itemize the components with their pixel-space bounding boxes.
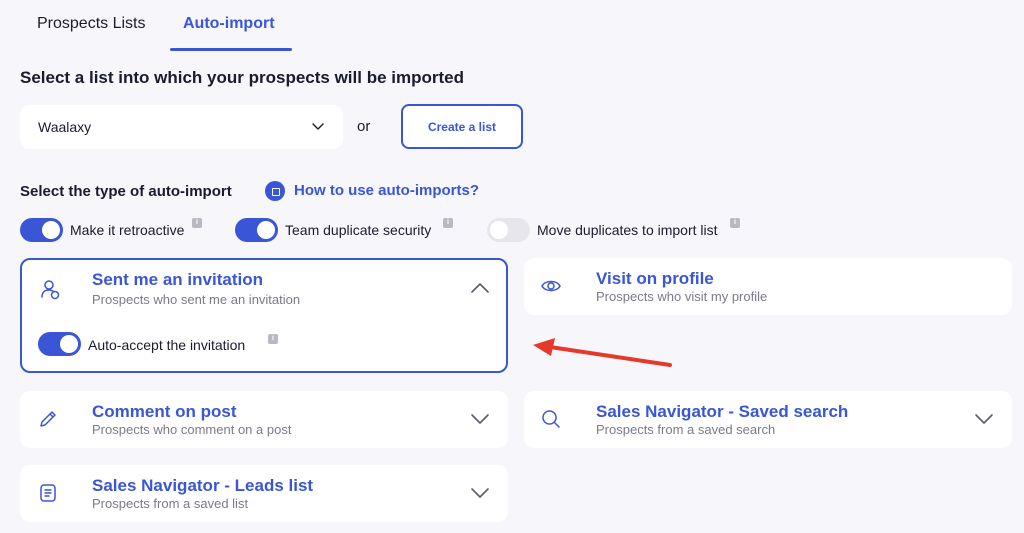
chevron-down-icon[interactable] xyxy=(974,413,994,425)
card-title: Comment on post xyxy=(92,402,237,421)
select-list-heading: Select a list into which your prospects … xyxy=(20,68,464,87)
pencil-icon xyxy=(40,411,56,427)
info-icon[interactable]: i xyxy=(192,218,202,228)
auto-accept-label: Auto-accept the invitation xyxy=(88,337,246,353)
card-title: Sales Navigator - Saved search xyxy=(596,402,849,421)
chevron-down-icon xyxy=(312,123,324,130)
person-icon xyxy=(41,280,60,300)
move-duplicates-toggle[interactable] xyxy=(487,218,530,242)
tab-bar: Prospects Lists Auto-import xyxy=(0,0,1024,52)
info-icon[interactable]: i xyxy=(730,218,740,228)
or-text: or xyxy=(357,118,371,135)
card-title: Sales Navigator - Leads list xyxy=(92,476,314,495)
card-sent-invitation[interactable]: Sent me an invitation Prospects who sent… xyxy=(20,258,508,373)
toggle-knob xyxy=(257,221,275,239)
tab-auto-import[interactable]: Auto-import xyxy=(183,15,275,33)
card-saved-search[interactable]: Sales Navigator - Saved search Prospects… xyxy=(524,391,1012,448)
how-to-use-link[interactable]: How to use auto-imports? xyxy=(294,182,479,199)
list-select-value: Waalaxy xyxy=(38,119,92,135)
chevron-down-icon[interactable] xyxy=(470,487,490,499)
info-icon[interactable]: i xyxy=(443,218,453,228)
create-list-button[interactable]: Create a list xyxy=(401,104,523,149)
help-icon[interactable] xyxy=(265,181,285,201)
team-duplicate-label: Team duplicate security xyxy=(285,222,432,238)
toggle-knob xyxy=(490,221,508,239)
search-icon xyxy=(542,410,560,428)
card-visit-profile[interactable]: Visit on profile Prospects who visit my … xyxy=(524,258,1012,315)
card-comment-post[interactable]: Comment on post Prospects who comment on… xyxy=(20,391,508,448)
card-leads-list[interactable]: Sales Navigator - Leads list Prospects f… xyxy=(20,465,508,522)
card-subtitle: Prospects from a saved list xyxy=(92,496,249,511)
chevron-up-icon[interactable] xyxy=(470,282,490,294)
active-tab-indicator xyxy=(170,48,292,51)
card-title: Visit on profile xyxy=(596,269,714,288)
card-subtitle: Prospects from a saved search xyxy=(596,422,776,437)
tab-prospects-lists[interactable]: Prospects Lists xyxy=(37,15,145,33)
card-subtitle: Prospects who sent me an invitation xyxy=(92,292,301,307)
toggle-knob xyxy=(60,335,78,353)
chevron-down-icon[interactable] xyxy=(470,413,490,425)
eye-icon xyxy=(541,280,561,292)
move-duplicates-label: Move duplicates to import list xyxy=(537,222,718,238)
info-icon[interactable]: i xyxy=(268,334,278,344)
card-title: Sent me an invitation xyxy=(92,270,263,289)
card-subtitle: Prospects who visit my profile xyxy=(596,289,768,304)
auto-import-type-heading: Select the type of auto-import xyxy=(20,183,232,200)
retroactive-label: Make it retroactive xyxy=(70,222,185,238)
team-duplicate-toggle[interactable] xyxy=(235,218,278,242)
card-subtitle: Prospects who comment on a post xyxy=(92,422,292,437)
annotation-arrow xyxy=(533,338,672,367)
auto-accept-toggle[interactable] xyxy=(38,332,81,356)
document-icon xyxy=(40,484,56,502)
list-select[interactable]: Waalaxy xyxy=(20,105,343,149)
toggle-knob xyxy=(42,221,60,239)
retroactive-toggle[interactable] xyxy=(20,218,63,242)
